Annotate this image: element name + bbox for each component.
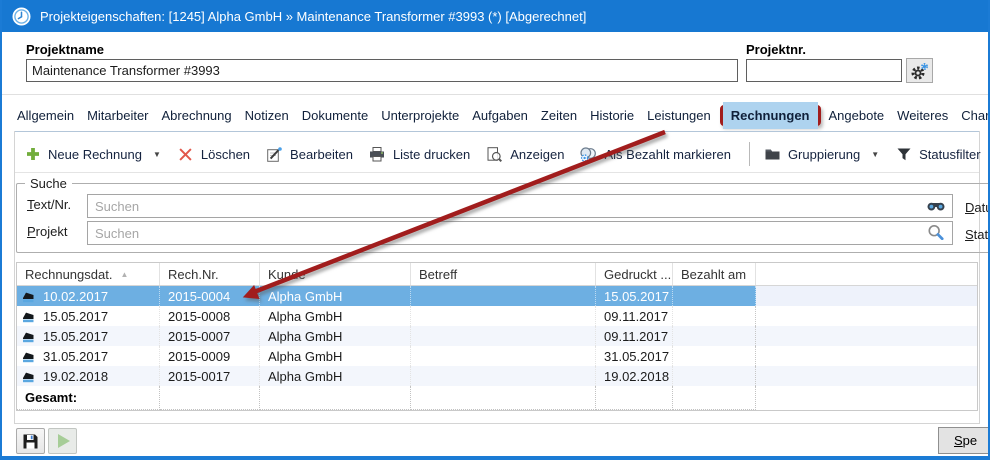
run-button[interactable] [48, 428, 77, 454]
play-icon [58, 434, 70, 448]
invoice-toolbar: Neue Rechnung ▼ Löschen Bearbeiten [24, 138, 990, 170]
table-row[interactable]: 15.05.2017 2015-0007 Alpha GmbH 09.11.20… [17, 326, 977, 346]
printer-icon [369, 146, 386, 162]
column-header-filler [756, 263, 977, 285]
binoculars-icon [927, 198, 945, 214]
coins-icon [580, 146, 597, 162]
plus-icon [24, 146, 41, 162]
project-name-label: Projektname [26, 42, 104, 57]
delete-x-icon [177, 146, 194, 162]
tab-charts[interactable]: Charts [961, 108, 990, 123]
show-label: Anzeigen [510, 147, 564, 162]
table-row[interactable]: 15.05.2017 2015-0008 Alpha GmbH 09.11.20… [17, 306, 977, 326]
printed-invoice-icon [21, 309, 37, 323]
table-row[interactable]: 19.02.2018 2015-0017 Alpha GmbH 19.02.20… [17, 366, 977, 386]
column-header-gedruckt[interactable]: Gedruckt ... [596, 263, 673, 285]
clock-app-icon [12, 7, 31, 26]
tab-aufgaben[interactable]: Aufgaben [472, 108, 528, 123]
table-header-row: Rechnungsdat. ▲ Rech.Nr. Kunde Betreff G… [17, 263, 977, 286]
column-header-betreff[interactable]: Betreff [411, 263, 596, 285]
red-annotation-box: Rechnungen [720, 105, 821, 126]
header-divider [2, 94, 990, 95]
project-name-input[interactable] [26, 59, 738, 82]
grouping-label: Gruppierung [788, 147, 860, 162]
window-bottom-border [0, 456, 990, 460]
text-nr-label: Text/Nr. [27, 197, 71, 212]
project-nr-input[interactable] [746, 59, 902, 82]
printed-invoice-icon [21, 289, 37, 303]
invoice-table: Rechnungsdat. ▲ Rech.Nr. Kunde Betreff G… [16, 262, 978, 411]
status-filter-label: Statusfilter [919, 147, 980, 162]
tab-leistungen[interactable]: Leistungen [647, 108, 711, 123]
chevron-down-icon[interactable]: ▼ [871, 150, 879, 159]
table-row[interactable]: 31.05.2017 2015-0009 Alpha GmbH 31.05.20… [17, 346, 977, 366]
tab-abrechnung[interactable]: Abrechnung [162, 108, 232, 123]
edit-icon [266, 146, 283, 162]
toolbar-divider [15, 172, 979, 173]
funnel-icon [895, 146, 912, 162]
titlebar[interactable]: Projekteigenschaften: [1245] Alpha GmbH … [0, 0, 990, 32]
save-close-label: Spe [954, 433, 977, 448]
tab-weiteres[interactable]: Weiteres [897, 108, 948, 123]
new-invoice-button[interactable]: Neue Rechnung ▼ [24, 146, 161, 162]
search-legend: Suche [25, 176, 72, 191]
window-title: Projekteigenschaften: [1245] Alpha GmbH … [40, 9, 586, 24]
column-header-bezahlt-am[interactable]: Bezahlt am [673, 263, 756, 285]
tab-historie[interactable]: Historie [590, 108, 634, 123]
edit-label: Bearbeiten [290, 147, 353, 162]
save-close-button[interactable]: Spe [938, 427, 990, 454]
print-list-button[interactable]: Liste drucken [369, 146, 470, 162]
preview-icon [486, 146, 503, 162]
footer-total-label: Gesamt: [17, 386, 160, 410]
project-properties-window: Projekteigenschaften: [1245] Alpha GmbH … [0, 0, 990, 460]
tab-unterprojekte[interactable]: Unterprojekte [381, 108, 459, 123]
column-header-kunde[interactable]: Kunde [260, 263, 411, 285]
printed-invoice-icon [21, 349, 37, 363]
project-search-label: Projekt [27, 224, 67, 239]
search-groupbox: Suche Text/Nr. Datu Projekt Stat [16, 183, 990, 253]
tab-zeiten[interactable]: Zeiten [541, 108, 577, 123]
column-header-rech-nr[interactable]: Rech.Nr. [160, 263, 260, 285]
text-nr-search-input[interactable] [87, 194, 953, 218]
printed-invoice-icon [21, 369, 37, 383]
delete-label: Löschen [201, 147, 250, 162]
tab-dokumente[interactable]: Dokumente [302, 108, 368, 123]
gear-icon [910, 62, 929, 80]
project-search-input[interactable] [87, 221, 953, 245]
toolbar-separator [749, 142, 750, 166]
status-filter-field-label: Stat [965, 227, 988, 242]
grouping-button[interactable]: Gruppierung ▼ [764, 146, 879, 162]
mark-paid-label: Als Bezahlt markieren [604, 147, 730, 162]
table-row-selected[interactable]: 10.02.2017 2015-0004 Alpha GmbH 15.05.20… [17, 286, 977, 306]
save-button[interactable] [16, 428, 45, 454]
project-nr-label: Projektnr. [746, 42, 806, 57]
tab-rechnungen[interactable]: Rechnungen [723, 102, 818, 129]
table-footer-row: Gesamt: [17, 386, 977, 410]
printed-invoice-icon [21, 329, 37, 343]
tab-notizen[interactable]: Notizen [245, 108, 289, 123]
project-settings-button[interactable] [906, 58, 933, 83]
new-invoice-label: Neue Rechnung [48, 147, 142, 162]
mark-paid-button[interactable]: Als Bezahlt markieren [580, 146, 730, 162]
magnifier-icon [927, 224, 945, 240]
tab-mitarbeiter[interactable]: Mitarbeiter [87, 108, 148, 123]
floppy-disk-icon [22, 433, 39, 450]
folder-icon [764, 146, 781, 162]
date-filter-field-label: Datu [965, 200, 990, 215]
tab-angebote[interactable]: Angebote [829, 108, 885, 123]
tab-allgemein[interactable]: Allgemein [17, 108, 74, 123]
edit-button[interactable]: Bearbeiten [266, 146, 353, 162]
tab-bar: Allgemein Mitarbeiter Abrechnung Notizen… [17, 99, 990, 132]
print-list-label: Liste drucken [393, 147, 470, 162]
show-button[interactable]: Anzeigen [486, 146, 564, 162]
sort-ascending-icon: ▲ [120, 270, 128, 279]
delete-button[interactable]: Löschen [177, 146, 250, 162]
column-header-rechnungsdatum[interactable]: Rechnungsdat. ▲ [17, 263, 160, 285]
status-filter-button[interactable]: Statusfilter ▼ [895, 146, 990, 162]
chevron-down-icon[interactable]: ▼ [153, 150, 161, 159]
